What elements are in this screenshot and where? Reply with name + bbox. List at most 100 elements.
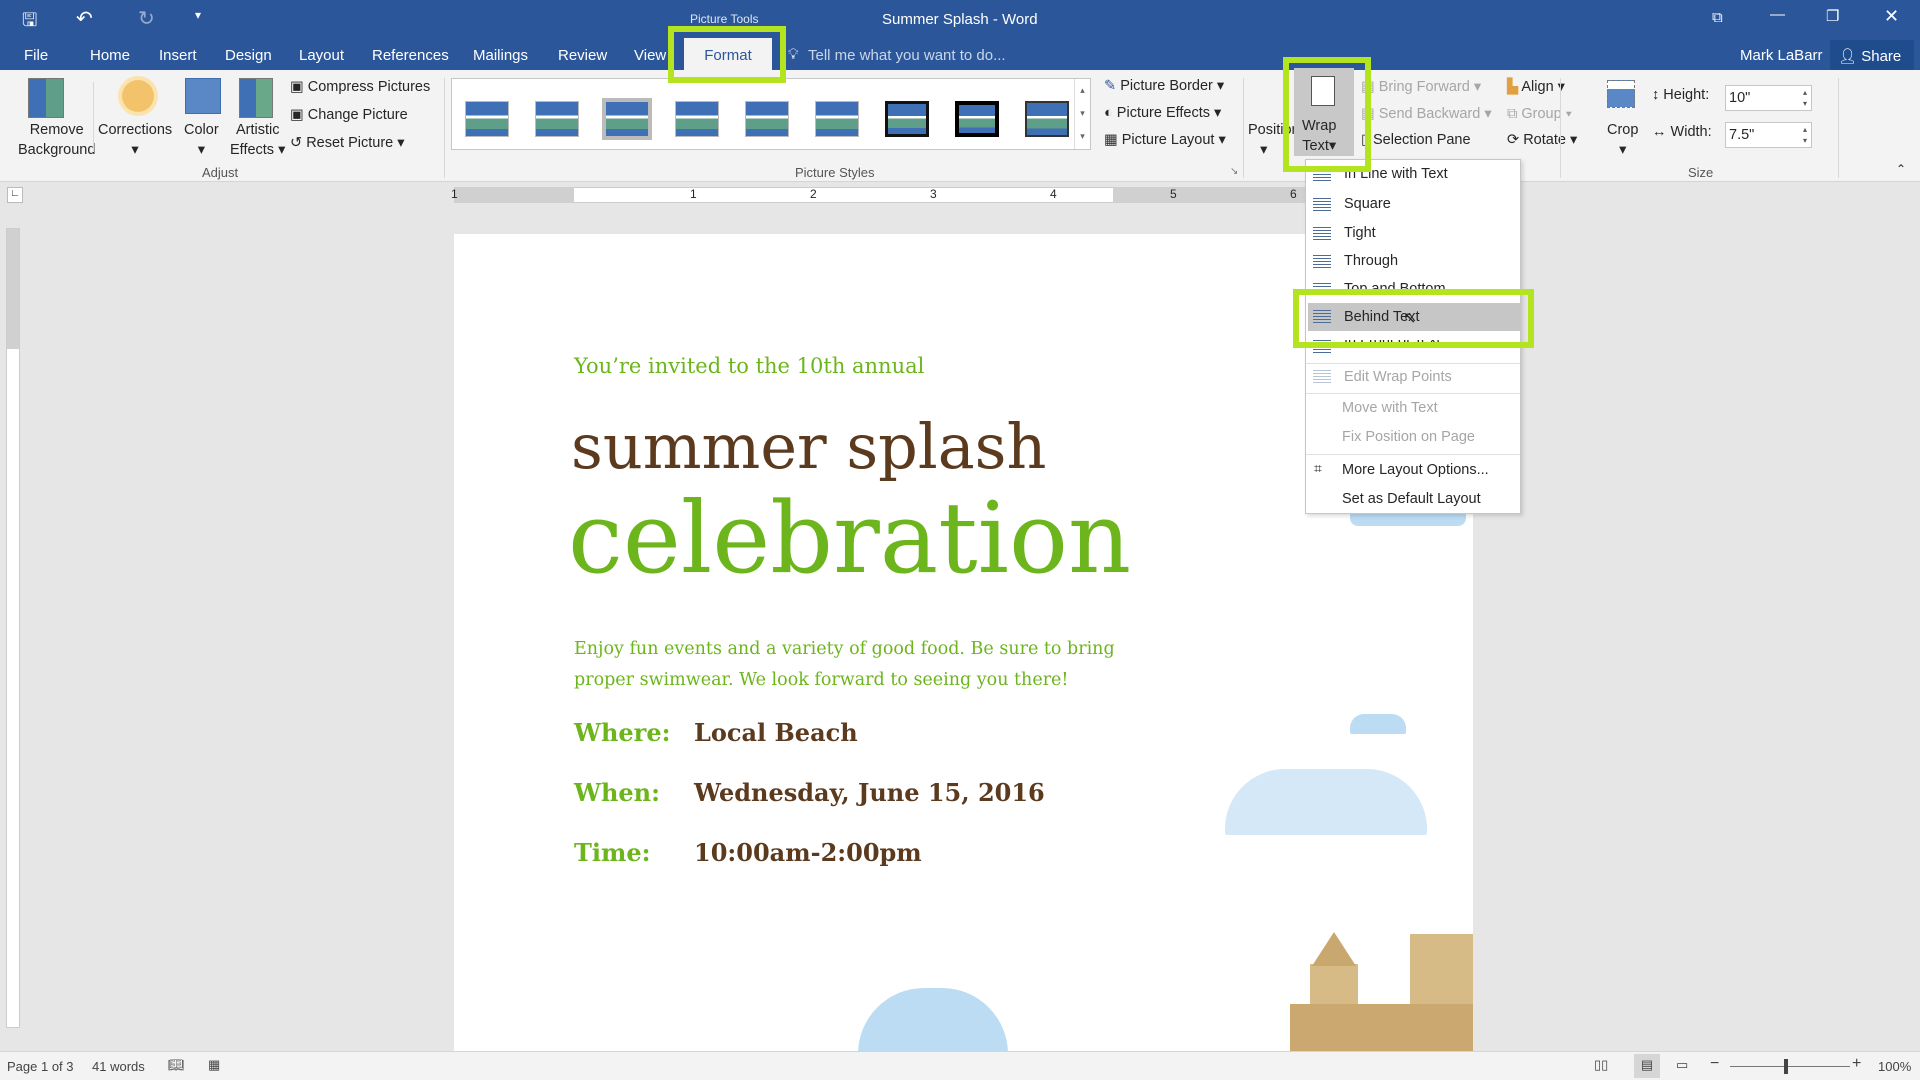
macro-icon[interactable]: ▦ (208, 1057, 220, 1073)
horizontal-ruler[interactable]: ∟ 1 1 2 3 4 5 6 (0, 182, 1920, 208)
menu-item-tight[interactable]: Tight (1306, 221, 1520, 247)
share-button[interactable]: 👤︎ Share (1830, 40, 1914, 70)
page-count[interactable]: Page 1 of 3 (7, 1059, 74, 1074)
tab-file[interactable]: File (24, 47, 48, 64)
reset-picture-button[interactable]: ↺ Reset Picture ▾ (290, 135, 405, 151)
layout-options-icon: ⌗ (1314, 460, 1322, 476)
customize-qat-icon[interactable]: ▾ (195, 8, 201, 22)
height-icon: ↕ (1652, 87, 1660, 103)
style-thumb[interactable] (605, 101, 649, 137)
group-icon: ⧉ (1507, 106, 1518, 122)
style-thumb[interactable] (885, 101, 929, 137)
window-title: Summer Splash - Word (882, 11, 1038, 28)
tab-review[interactable]: Review (558, 47, 607, 64)
close-button[interactable]: ✕ (1884, 6, 1899, 27)
height-input[interactable]: 10" ▴ ▾ (1725, 85, 1812, 111)
vertical-ruler[interactable] (6, 228, 20, 1028)
style-thumb[interactable] (955, 101, 999, 137)
group-button[interactable]: ⧉ Group ▾ (1507, 106, 1572, 122)
tab-view[interactable]: View (634, 47, 666, 64)
undo-icon[interactable]: ↶ (76, 6, 93, 31)
status-bar: Page 1 of 3 41 words 📖︎ ▦ ▯▯ ▤ ▭ − + 100… (0, 1051, 1920, 1080)
compress-pictures-button[interactable]: ▣ Compress Pictures (290, 79, 430, 95)
minimize-button[interactable]: — (1770, 6, 1785, 23)
remove-background-button[interactable]: Remove Background (18, 120, 95, 160)
height-spinner[interactable]: ▴ ▾ (1803, 87, 1807, 109)
body-line-2: proper swimwear. We look forward to seei… (574, 670, 1069, 690)
ribbon: Remove Background Corrections ▾ Color ▾ Art… (0, 68, 1920, 182)
tab-references[interactable]: References (372, 47, 449, 64)
read-mode-icon[interactable]: ▯▯ (1594, 1057, 1608, 1073)
artistic-effects-button[interactable]: Artistic Effects ▾ (230, 120, 285, 160)
picture-effects-button[interactable]: ◐ Picture Effects ▾ (1104, 105, 1221, 121)
tab-design[interactable]: Design (225, 47, 272, 64)
tab-layout[interactable]: Layout (299, 47, 344, 64)
picture-border-button[interactable]: ✎ Picture Border ▾ (1104, 78, 1224, 94)
restore-button[interactable]: ❐ (1826, 7, 1839, 25)
zoom-slider[interactable] (1730, 1066, 1850, 1067)
tab-insert[interactable]: Insert (159, 47, 197, 64)
width-input[interactable]: 7.5" ▴ ▾ (1725, 122, 1812, 148)
style-thumb[interactable] (675, 101, 719, 137)
zoom-level[interactable]: 100% (1878, 1059, 1911, 1074)
where-label: Where: (574, 718, 671, 747)
print-layout-icon[interactable]: ▤ (1634, 1054, 1660, 1078)
bring-forward-button[interactable]: ▤ Bring Forward ▾ (1361, 79, 1481, 95)
proofing-icon[interactable]: 📖︎ (168, 1057, 185, 1073)
where-value: Local Beach (694, 718, 858, 747)
picture-effects-icon: ◐ (1104, 105, 1113, 121)
tab-home[interactable]: Home (90, 47, 130, 64)
picture-styles-group-label: Picture Styles (795, 165, 875, 180)
web-layout-icon[interactable]: ▭ (1676, 1057, 1688, 1073)
cloud-graphic (1350, 714, 1406, 734)
zoom-in-button[interactable]: + (1852, 1055, 1861, 1073)
menu-item-edit-wrap-points[interactable]: Edit Wrap Points (1306, 363, 1520, 389)
style-thumb[interactable] (745, 101, 789, 137)
send-backward-button[interactable]: ▤ Send Backward ▾ (1361, 106, 1492, 122)
menu-item-square[interactable]: Square (1306, 192, 1520, 218)
zoom-out-button[interactable]: − (1710, 1055, 1719, 1073)
align-button[interactable]: ▙ Align ▾ (1507, 79, 1565, 95)
redo-icon[interactable]: ↻ (138, 6, 155, 31)
corrections-button[interactable]: Corrections ▾ (98, 120, 172, 160)
style-thumb[interactable] (1025, 101, 1069, 137)
tab-mailings[interactable]: Mailings (473, 47, 528, 64)
picture-layout-button[interactable]: ▦ Picture Layout ▾ (1104, 132, 1226, 148)
width-spinner[interactable]: ▴ ▾ (1803, 124, 1807, 146)
save-icon[interactable]: 🖫 (22, 8, 37, 38)
title-line-1: summer splash (571, 410, 1047, 483)
menu-item-through[interactable]: Through (1306, 249, 1520, 275)
share-label: Share (1861, 48, 1902, 65)
picture-styles-gallery[interactable]: ▴ ▾ ▾ (451, 78, 1091, 150)
tell-me-input[interactable]: Tell me what you want to do... (808, 47, 1006, 64)
style-thumb[interactable] (535, 101, 579, 137)
dialog-launcher-icon[interactable]: ↘ (1230, 166, 1238, 177)
style-thumb[interactable] (465, 101, 509, 137)
highlight-format-tab (668, 26, 786, 83)
menu-item-set-default-layout[interactable]: Set as Default Layout (1306, 485, 1520, 513)
style-thumb[interactable] (815, 101, 859, 137)
crop-button[interactable]: Crop ▾ (1607, 120, 1638, 160)
artistic-effects-icon (239, 78, 273, 118)
tab-selector[interactable]: ∟ (7, 187, 23, 203)
menu-item-fix-position[interactable]: Fix Position on Page (1306, 424, 1520, 450)
ribbon-display-icon[interactable]: ⧉ (1712, 9, 1723, 26)
change-picture-icon: ▣ (290, 107, 304, 123)
ruler-number: 1 (690, 187, 697, 201)
picture-tools-label: Picture Tools (690, 12, 759, 26)
change-picture-button[interactable]: ▣ Change Picture (290, 107, 408, 123)
menu-item-more-layout-options[interactable]: ⌗ More Layout Options... (1306, 454, 1520, 482)
corrections-icon (122, 80, 154, 112)
zoom-slider-thumb[interactable] (1784, 1059, 1788, 1074)
menu-item-move-with-text[interactable]: Move with Text (1306, 393, 1520, 419)
gallery-scroll[interactable]: ▴ ▾ ▾ (1074, 79, 1090, 149)
width-label: ↔ Width: (1652, 124, 1712, 140)
rotate-button[interactable]: ⟳ Rotate ▾ (1507, 132, 1577, 148)
color-icon (185, 78, 221, 114)
cloud-graphic (1350, 514, 1466, 526)
color-button[interactable]: Color ▾ (184, 120, 219, 160)
word-count[interactable]: 41 words (92, 1059, 145, 1074)
selection-pane-button[interactable]: ▯ Selection Pane (1361, 132, 1471, 148)
collapse-ribbon-icon[interactable]: ⌃ (1896, 162, 1906, 176)
user-name[interactable]: Mark LaBarr (1740, 47, 1823, 64)
